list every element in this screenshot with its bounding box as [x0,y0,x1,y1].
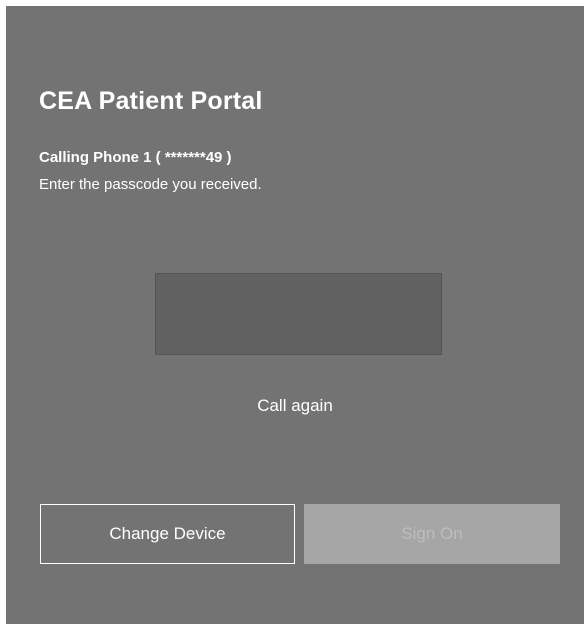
sign-on-button[interactable]: Sign On [304,504,560,564]
portal-title: CEA Patient Portal [39,87,263,115]
login-panel: CEA Patient Portal Calling Phone 1 ( ***… [6,6,584,624]
passcode-instructions: Enter the passcode you received. [39,176,262,193]
call-again-link[interactable]: Call again [6,395,584,417]
passcode-input[interactable] [155,273,442,355]
calling-phone-text: Calling Phone 1 ( *******49 ) [39,149,232,166]
change-device-button[interactable]: Change Device [40,504,295,564]
